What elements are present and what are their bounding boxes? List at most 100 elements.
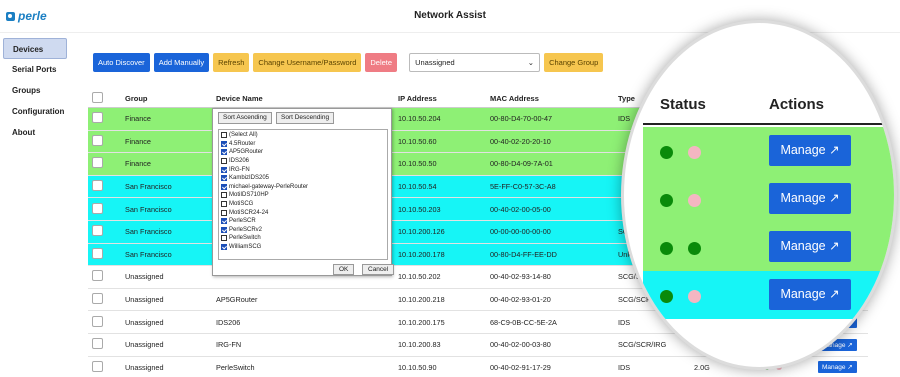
filter-option[interactable]: MotiSCR24-24 (221, 208, 385, 217)
cell-mac: 00-40-02-91-17-29 (490, 362, 551, 372)
sidebar-item-serial-ports[interactable]: Serial Ports (3, 59, 67, 80)
row-checkbox[interactable] (92, 202, 103, 214)
filter-option[interactable]: IRG-FN (221, 165, 385, 174)
manage-button[interactable]: Manage ↗ (769, 279, 851, 310)
filter-option[interactable]: 4.5Router (221, 140, 385, 149)
filter-option-label: AP5GRouter (229, 149, 264, 156)
filter-option[interactable]: WilliamSCG (221, 243, 385, 252)
sidebar-item-devices[interactable]: Devices (3, 38, 67, 59)
manage-button[interactable]: Manage ↗ (769, 231, 851, 262)
filter-checkbox[interactable] (221, 140, 227, 147)
status-dot-icon (660, 242, 673, 255)
header-group[interactable]: Group (125, 94, 216, 103)
device-name-filter-popup: Sort Ascending Sort Descending (Select A… (212, 108, 395, 276)
row-checkbox[interactable] (92, 225, 103, 237)
cell-group: Finance (125, 136, 151, 146)
cancel-button[interactable]: Cancel (362, 264, 395, 275)
row-checkbox[interactable] (92, 180, 103, 192)
filter-option-label: PerleSCR (229, 218, 256, 225)
auto-discover-button[interactable]: Auto Discover (93, 53, 150, 72)
filter-checkbox[interactable] (221, 218, 227, 225)
cell-mac: 00-40-02-93-14-80 (490, 272, 551, 282)
cell-mac: 00-40-02-00-03-80 (490, 340, 551, 350)
cell-ip: 10.10.50.203 (398, 204, 441, 214)
filter-checkbox[interactable] (221, 132, 227, 139)
filter-checkbox[interactable] (221, 149, 227, 156)
filter-checkbox[interactable] (221, 209, 227, 216)
row-checkbox[interactable] (92, 112, 103, 124)
select-all-checkbox[interactable] (92, 92, 103, 103)
cell-ip: 10.10.50.54 (398, 182, 437, 192)
row-checkbox[interactable] (92, 270, 103, 282)
filter-checkbox[interactable] (221, 183, 227, 190)
filter-checkbox[interactable] (221, 192, 227, 199)
row-checkbox[interactable] (92, 293, 103, 305)
header-mac[interactable]: MAC Address (490, 94, 618, 103)
filter-option-label: MotiSCR24-24 (229, 209, 269, 216)
filter-option[interactable]: PerleSCRv2 (221, 226, 385, 235)
magnified-row: Manage ↗ (643, 271, 894, 319)
filter-option[interactable]: MotiSCG (221, 200, 385, 209)
filter-option[interactable]: PerleSCR (221, 217, 385, 226)
sort-descending-button[interactable]: Sort Descending (276, 112, 335, 124)
status-header: Status (660, 96, 706, 113)
filter-option-label: 4.5Router (229, 140, 256, 147)
filter-checkbox[interactable] (221, 166, 227, 173)
filter-checkbox[interactable] (221, 235, 227, 242)
filter-option[interactable]: (Select All) (221, 131, 385, 140)
status-dot-icon (660, 146, 673, 159)
cell-mac: 00-80-D4-70-00-47 (490, 114, 553, 124)
cell-ip: 10.10.200.175 (398, 317, 445, 327)
cell-mac: 00-80-D4-FF-EE-DD (490, 249, 557, 259)
add-manually-button[interactable]: Add Manually (153, 53, 210, 72)
cell-ip: 10.10.50.202 (398, 272, 441, 282)
sidebar-item-configuration[interactable]: Configuration (3, 101, 67, 122)
manage-button[interactable]: Manage ↗ (769, 135, 851, 166)
row-checkbox-cell (88, 270, 125, 283)
group-select-value: Unassigned (415, 58, 455, 67)
filter-option[interactable]: PerleSwitch (221, 234, 385, 243)
status-dot-icon (688, 242, 701, 255)
filter-option[interactable]: KambizIDS205 (221, 174, 385, 183)
row-checkbox[interactable] (92, 247, 103, 259)
filter-checkbox[interactable] (221, 244, 227, 251)
filter-checkbox[interactable] (221, 158, 227, 165)
cell-device-name: IRG-FN (216, 340, 242, 350)
sort-ascending-button[interactable]: Sort Ascending (218, 112, 272, 124)
row-checkbox[interactable] (92, 315, 103, 327)
filter-option[interactable]: MotiIDS710HP (221, 191, 385, 200)
change-group-button[interactable]: Change Group (544, 53, 604, 72)
cell-group: Unassigned (125, 362, 164, 372)
cell-ip: 10.10.50.60 (398, 136, 437, 146)
status-dot-icon (688, 194, 701, 207)
row-checkbox[interactable] (92, 360, 103, 372)
filter-option-label: IDS206 (229, 158, 250, 165)
row-checkbox[interactable] (92, 338, 103, 350)
manage-button[interactable]: Manage ↗ (769, 183, 851, 214)
filter-checkbox[interactable] (221, 201, 227, 208)
filter-option-label: MotiIDS710HP (229, 192, 269, 199)
sidebar-item-about[interactable]: About (3, 122, 67, 143)
filter-option-label: PerleSCRv2 (229, 226, 263, 233)
delete-button[interactable]: Delete (365, 53, 398, 72)
filter-option[interactable]: AP5GRouter (221, 148, 385, 157)
ok-button[interactable]: OK (333, 264, 355, 275)
header-ip[interactable]: IP Address (398, 94, 490, 103)
row-checkbox-cell (88, 315, 125, 329)
status-dot-icon (688, 146, 701, 159)
filter-option[interactable]: michael-gateway-PerleRouter (221, 183, 385, 192)
row-checkbox[interactable] (92, 134, 103, 146)
cell-group: San Francisco (125, 249, 172, 259)
refresh-button[interactable]: Refresh (213, 53, 250, 72)
filter-checkbox[interactable] (221, 226, 227, 233)
row-checkbox[interactable] (92, 157, 103, 169)
change-credentials-button[interactable]: Change Username/Password (253, 53, 362, 72)
cell-device-name: IDS206 (216, 317, 241, 327)
group-select[interactable]: Unassigned ⌄ (409, 53, 541, 72)
cell-group: Finance (125, 159, 151, 169)
cell-mac: 68-C9-0B-CC-5E-2A (490, 317, 557, 327)
filter-checkbox[interactable] (221, 175, 227, 182)
sidebar-item-groups[interactable]: Groups (3, 80, 67, 101)
filter-option[interactable]: IDS206 (221, 157, 385, 166)
header-device-name[interactable]: Device Name (216, 94, 398, 103)
